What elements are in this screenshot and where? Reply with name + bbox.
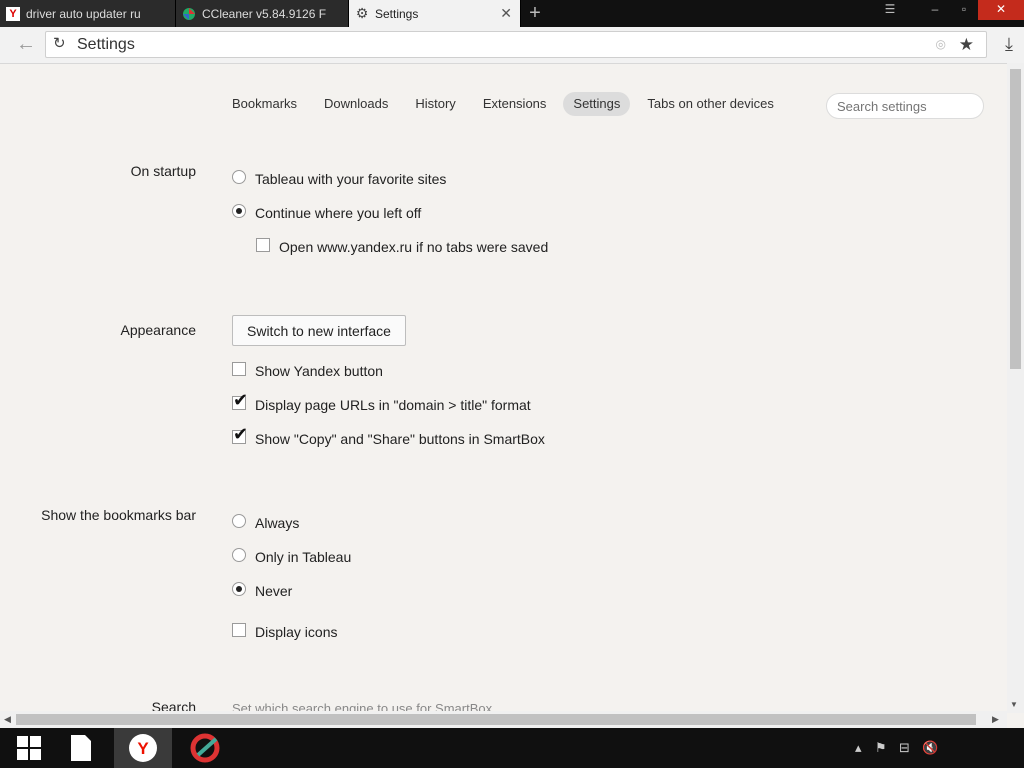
browser-tab-active[interactable]: ⚙ Settings ✕ — [349, 0, 521, 27]
tray-chevron-icon[interactable]: ▴ — [855, 740, 862, 756]
download-icon[interactable]: ⤓ — [1000, 34, 1018, 56]
flag-icon[interactable]: ⚑ — [875, 740, 887, 756]
display-urls-checkbox[interactable]: Display page URLs in "domain > title" fo… — [232, 390, 531, 413]
reload-icon[interactable]: ↻ — [53, 36, 69, 52]
search-settings-input[interactable] — [826, 93, 984, 119]
bookmarks-option-tableau[interactable]: Only in Tableau — [232, 548, 351, 565]
tab-settings[interactable]: Settings — [563, 92, 631, 116]
radio-button[interactable] — [232, 514, 246, 528]
yandex-browser-taskbar-icon[interactable]: Y — [114, 728, 172, 768]
address-bar[interactable]: ↻ Settings ◎ ★ — [45, 31, 987, 58]
tab-bookmarks[interactable]: Bookmarks — [222, 92, 307, 116]
close-tab-icon[interactable]: ✕ — [500, 5, 512, 22]
back-icon[interactable]: ← — [14, 34, 38, 56]
scroll-down-icon[interactable]: ▼ — [1010, 700, 1018, 709]
ccleaner-taskbar-icon[interactable] — [176, 728, 234, 768]
scroll-left-icon[interactable]: ◀ — [4, 714, 11, 725]
radio-button[interactable] — [232, 170, 246, 184]
browser-tab[interactable]: Y driver auto updater ru — [0, 0, 176, 27]
tab-history[interactable]: History — [405, 92, 465, 116]
bookmarks-option-never[interactable]: Never — [232, 582, 292, 599]
gear-icon: ⚙ — [355, 5, 369, 21]
open-yandex-checkbox[interactable]: Open www.yandex.ru if no tabs were saved — [256, 238, 548, 255]
display-icons-checkbox[interactable]: Display icons — [232, 623, 337, 640]
svg-text:Y: Y — [137, 739, 149, 758]
menu-icon[interactable]: ☰ — [875, 0, 905, 20]
network-icon[interactable]: ⊟ — [899, 740, 910, 756]
copy-share-checkbox[interactable]: Show "Copy" and "Share" buttons in Smart… — [232, 424, 545, 447]
checkbox-checked[interactable] — [232, 424, 248, 445]
startup-option-tableau[interactable]: Tableau with your favorite sites — [232, 170, 446, 187]
startup-option-continue[interactable]: Continue where you left off — [232, 204, 421, 221]
radio-button-selected[interactable] — [232, 204, 246, 218]
minimize-icon[interactable]: – — [920, 0, 950, 20]
tab-strip: Y driver auto updater ru CCleaner v5.84.… — [0, 0, 1024, 27]
settings-nav: Bookmarks Downloads History Extensions S… — [222, 92, 791, 116]
radio-button[interactable] — [232, 548, 246, 562]
bookmark-star-icon[interactable]: ★ — [959, 35, 974, 55]
address-text[interactable]: Settings — [77, 36, 135, 54]
section-label-appearance: Appearance — [120, 322, 196, 338]
browser-tab[interactable]: CCleaner v5.84.9126 F — [176, 0, 349, 27]
show-yandex-button-checkbox[interactable]: Show Yandex button — [232, 362, 383, 379]
switch-interface-button[interactable]: Switch to new interface — [232, 315, 406, 346]
scroll-thumb[interactable] — [1010, 69, 1021, 369]
checkbox[interactable] — [232, 362, 246, 376]
ccleaner-icon — [182, 7, 196, 21]
vertical-scrollbar[interactable]: ▼ — [1007, 63, 1024, 713]
globe-icon: ◎ — [935, 37, 946, 51]
checkbox-checked[interactable] — [232, 390, 248, 411]
section-label-bookmarks-bar: Show the bookmarks bar — [41, 507, 196, 523]
yandex-icon: Y — [6, 6, 20, 21]
address-toolbar: ← ↻ Settings ◎ ★ ⤓ — [0, 27, 1024, 64]
checkbox[interactable] — [256, 238, 270, 252]
bookmarks-option-always[interactable]: Always — [232, 514, 299, 531]
tab-extensions[interactable]: Extensions — [473, 92, 557, 116]
volume-muted-icon[interactable]: 🔇 — [922, 740, 938, 756]
tab-other-devices[interactable]: Tabs on other devices — [637, 92, 783, 116]
scroll-thumb-horizontal[interactable] — [16, 714, 976, 725]
section-label-startup: On startup — [130, 163, 196, 179]
checkbox[interactable] — [232, 623, 246, 637]
horizontal-scrollbar[interactable]: ◀ ▶ — [0, 711, 1007, 728]
close-window-icon[interactable]: ✕ — [978, 0, 1024, 20]
taskbar: Y ▴ ⚑ ⊟ 🔇 — [0, 728, 1024, 768]
new-tab-icon[interactable]: + — [525, 3, 545, 23]
file-icon[interactable] — [52, 728, 110, 768]
radio-button-selected[interactable] — [232, 582, 246, 596]
scroll-right-icon[interactable]: ▶ — [992, 714, 999, 725]
windows-start-icon[interactable] — [0, 728, 58, 768]
maximize-icon[interactable]: ▫ — [949, 0, 979, 20]
tab-downloads[interactable]: Downloads — [314, 92, 398, 116]
